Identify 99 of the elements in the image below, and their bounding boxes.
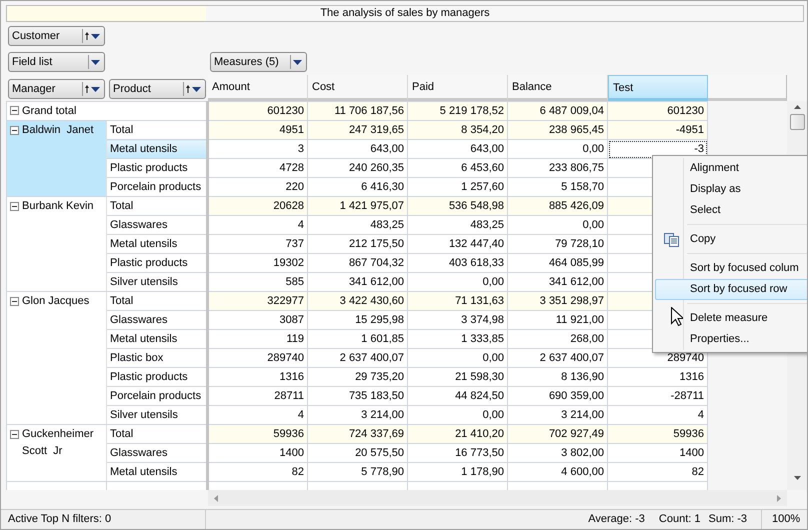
- value-cell: 5 778,90: [308, 462, 408, 482]
- value-cell: 341 612,00: [308, 272, 408, 292]
- value-cell: 724 337,69: [308, 424, 408, 444]
- value-cell: 3 374,98: [408, 310, 508, 330]
- value-cell: 238 965,45: [508, 120, 608, 140]
- value-cell: 1 421 975,07: [308, 196, 408, 216]
- value-cell: 1 257,60: [408, 178, 508, 196]
- value-cell: 4: [608, 406, 708, 424]
- value-cell: 3 214,00: [308, 406, 408, 424]
- value-cell: 132 447,40: [408, 234, 508, 254]
- value-cell: 2 637 400,07: [308, 348, 408, 368]
- value-cell: 3087: [208, 310, 308, 330]
- value-cell: 341 612,00: [508, 272, 608, 292]
- value-cell: 8 136,90: [508, 368, 608, 386]
- value-cell: 289740: [208, 348, 308, 368]
- value-cell: 59936: [608, 424, 708, 444]
- value-cell: 601230: [208, 102, 308, 120]
- value-cell: 20628: [208, 196, 308, 216]
- value-cell: 643,00: [408, 140, 508, 158]
- value-cell: 6 487 009,04: [508, 102, 608, 120]
- value-cell: 3 422 430,60: [308, 292, 408, 310]
- value-cell: 268,00: [508, 330, 608, 348]
- row-label: Grand total: [22, 104, 76, 116]
- value-cell: 702 927,49: [508, 424, 608, 444]
- value-cell: 44 824,50: [408, 386, 508, 406]
- value-cell: 1316: [608, 368, 708, 386]
- value-cell: 4728: [208, 158, 308, 178]
- value-cell: 233 806,75: [508, 158, 608, 178]
- value-cell: 3 351 298,97: [508, 292, 608, 310]
- value-cell: 220: [208, 178, 308, 196]
- value-cell: 4 600,00: [508, 462, 608, 482]
- value-cell: 28711: [208, 386, 308, 406]
- value-cell: 11 706 187,56: [308, 102, 408, 120]
- value-cell: 19302: [208, 254, 308, 272]
- value-cell: 247 319,65: [308, 120, 408, 140]
- manager-name: Guckenheimer Scott Jr: [22, 427, 95, 459]
- value-cell: 690 359,00: [508, 386, 608, 406]
- value-cell: 15 295,98: [308, 310, 408, 330]
- value-cell: 885 426,09: [508, 196, 608, 216]
- value-cell: 11 921,00: [508, 310, 608, 330]
- value-cell: 322977: [208, 292, 308, 310]
- value-cell: 4: [208, 216, 308, 234]
- value-cell: 82: [608, 462, 708, 482]
- value-cell: 6 416,30: [308, 178, 408, 196]
- value-cell: 1 178,90: [408, 462, 508, 482]
- value-cell: 1 333,85: [408, 330, 508, 348]
- value-cell: 643,00: [308, 140, 408, 158]
- value-cell: 585: [208, 272, 308, 292]
- value-cell: 0,00: [408, 348, 508, 368]
- value-cell: 867 704,32: [308, 254, 408, 272]
- value-cell: 5 219 178,52: [408, 102, 508, 120]
- report-title: The analysis of sales by managers: [319, 6, 491, 21]
- value-cell: 737: [208, 234, 308, 254]
- manager-name: Burbank Kevin: [22, 199, 94, 214]
- value-cell: 1 601,85: [308, 330, 408, 348]
- value-cell: 2 637 400,07: [508, 348, 608, 368]
- value-cell: 16 773,50: [408, 444, 508, 462]
- value-cell: 0,00: [508, 140, 608, 158]
- value-cell: 5 158,70: [508, 178, 608, 196]
- value-cell: 240 260,35: [308, 158, 408, 178]
- value-cell: 4951: [208, 120, 308, 140]
- value-cell: 4: [208, 406, 308, 424]
- summary-text: Average: -3: [588, 512, 645, 528]
- value-cell: 71 131,63: [408, 292, 508, 310]
- value-cell: 483,25: [408, 216, 508, 234]
- value-cell: 6 453,60: [408, 158, 508, 178]
- value-cell: 464 085,99: [508, 254, 608, 272]
- summary-text: Count: 1: [658, 512, 700, 528]
- value-cell: 8 354,20: [408, 120, 508, 140]
- value-cell: 735 183,50: [308, 386, 408, 406]
- value-cell: 21 410,20: [408, 424, 508, 444]
- summary-text: Sum: -3: [708, 512, 747, 528]
- value-cell: 79 728,10: [508, 234, 608, 254]
- value-cell: 403 618,33: [408, 254, 508, 272]
- value-cell: 3 214,00: [508, 406, 608, 424]
- value-cell: 59936: [208, 424, 308, 444]
- manager-name: Baldwin Janet: [22, 123, 94, 138]
- value-cell: 1400: [608, 444, 708, 462]
- value-cell: 3: [208, 140, 308, 158]
- value-cell: -28711: [608, 386, 708, 406]
- value-cell: 1400: [208, 444, 308, 462]
- value-cell: 3 802,00: [508, 444, 608, 462]
- value-cell: 21 598,30: [408, 368, 508, 386]
- value-cell: 20 575,50: [308, 444, 408, 462]
- value-cell: 536 548,98: [408, 196, 508, 216]
- zoom-level: 100%: [772, 513, 800, 526]
- value-cell: 29 735,20: [308, 368, 408, 386]
- value-cell: 82: [208, 462, 308, 482]
- value-cell: 0,00: [408, 406, 508, 424]
- value-cell: 1316: [208, 368, 308, 386]
- value-cell: 119: [208, 330, 308, 348]
- value-cell: 601230: [608, 102, 708, 120]
- value-cell: 483,25: [308, 216, 408, 234]
- value-cell: 0,00: [508, 216, 608, 234]
- value-cell: 212 175,50: [308, 234, 408, 254]
- value-cell: 0,00: [408, 272, 508, 292]
- manager-name: Glon Jacques: [22, 294, 90, 309]
- value-cell: -4951: [608, 120, 708, 140]
- status-text: Active Top N filters: 0: [8, 512, 112, 528]
